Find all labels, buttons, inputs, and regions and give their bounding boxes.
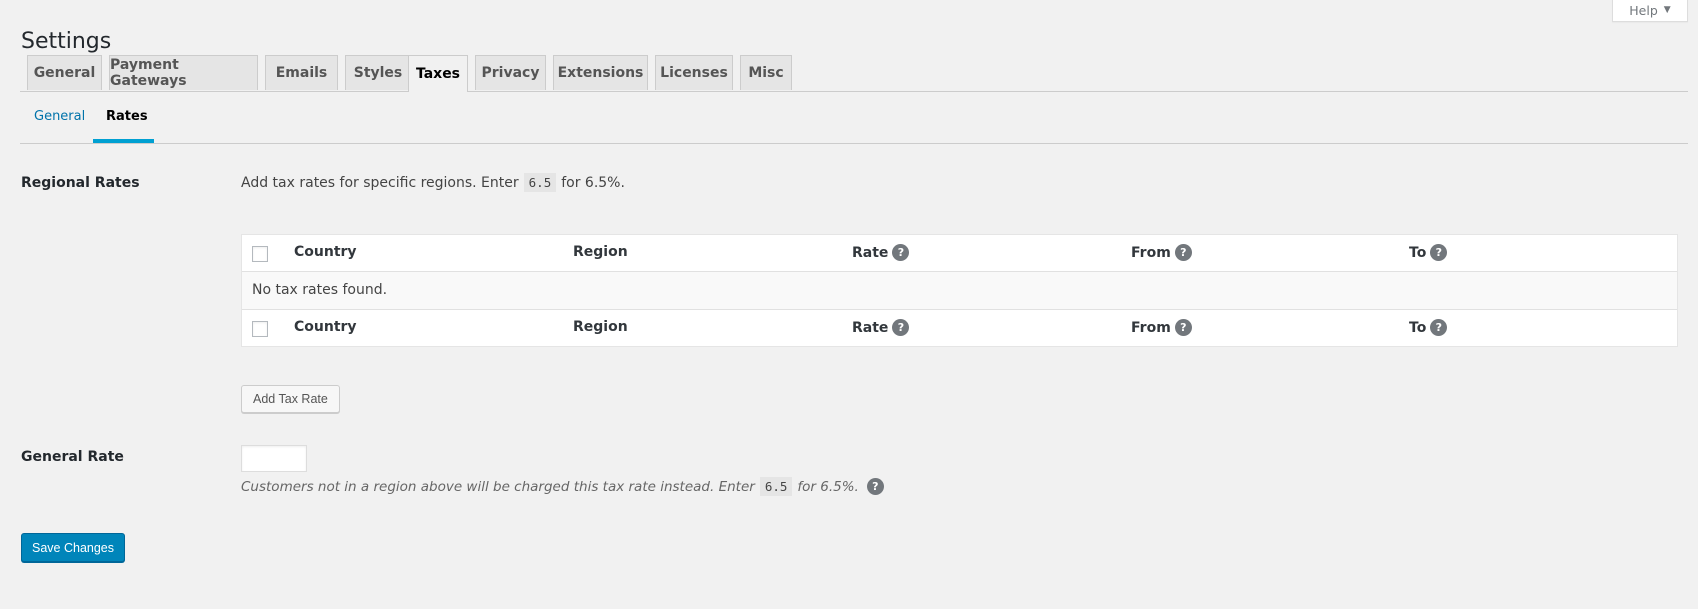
general-rate-input[interactable] [241, 445, 307, 472]
subtab-rates[interactable]: Rates [106, 109, 148, 124]
tab-extensions[interactable]: Extensions [553, 55, 648, 90]
help-label: Help [1629, 2, 1658, 18]
question-circle-icon[interactable]: ? [892, 244, 910, 261]
add-tax-rate-button[interactable]: Add Tax Rate [241, 385, 340, 413]
description-text-end: for 6.5%. [561, 174, 625, 191]
tab-taxes[interactable]: Taxes [408, 55, 468, 92]
tab-misc[interactable]: Misc [740, 55, 792, 90]
column-footer-rate: Rate? [852, 319, 910, 336]
empty-row: No tax rates found. [242, 272, 1677, 310]
page-title: Settings [21, 28, 112, 54]
general-rate-label: General Rate [21, 449, 124, 465]
table-footer-row: Country Region Rate? From? To? [242, 310, 1677, 346]
column-header-region: Region [573, 244, 628, 260]
active-subtab-indicator [93, 139, 154, 143]
tab-emails[interactable]: Emails [265, 55, 338, 90]
question-circle-icon[interactable]: ? [1430, 319, 1448, 336]
select-all-checkbox[interactable] [252, 246, 268, 262]
description-text: Customers not in a region above will be … [241, 478, 755, 495]
column-footer-country: Country [294, 319, 357, 335]
tab-general[interactable]: General [27, 55, 102, 90]
taxes-subnav: General Rates [20, 91, 1688, 144]
tab-privacy[interactable]: Privacy [475, 55, 546, 90]
column-footer-from: From? [1131, 319, 1192, 336]
empty-message: No tax rates found. [252, 282, 388, 298]
tab-licenses[interactable]: Licenses [655, 55, 733, 90]
caret-down-icon: ▼ [1663, 5, 1671, 15]
question-circle-icon[interactable]: ? [866, 478, 884, 495]
question-circle-icon[interactable]: ? [1430, 244, 1448, 261]
question-circle-icon[interactable]: ? [892, 319, 910, 336]
example-code: 6.5 [523, 173, 557, 192]
subtab-general[interactable]: General [34, 109, 85, 124]
help-button[interactable]: Help ▼ [1612, 0, 1688, 22]
column-footer-to: To? [1409, 319, 1448, 336]
select-all-checkbox-footer[interactable] [252, 321, 268, 337]
column-footer-region: Region [573, 319, 628, 335]
column-header-rate: Rate? [852, 244, 910, 261]
question-circle-icon[interactable]: ? [1174, 244, 1192, 261]
save-changes-button[interactable]: Save Changes [21, 533, 126, 562]
example-code: 6.5 [759, 477, 793, 496]
column-header-country: Country [294, 244, 357, 260]
table-header-row: Country Region Rate? From? To? [242, 235, 1677, 272]
settings-tabs: General Payment Gateways Emails Styles T… [20, 55, 1688, 92]
regional-rates-label: Regional Rates [21, 175, 140, 191]
tab-payment-gateways[interactable]: Payment Gateways [109, 55, 258, 90]
tax-rates-table: Country Region Rate? From? To? No tax ra… [241, 234, 1678, 347]
column-header-from: From? [1131, 244, 1192, 261]
regional-rates-description: Add tax rates for specific regions. Ente… [241, 173, 625, 192]
description-text-end: for 6.5%. [797, 478, 859, 495]
question-circle-icon[interactable]: ? [1174, 319, 1192, 336]
column-header-to: To? [1409, 244, 1448, 261]
general-rate-description: Customers not in a region above will be … [241, 477, 884, 496]
description-text: Add tax rates for specific regions. Ente… [241, 174, 519, 191]
tab-styles[interactable]: Styles [345, 55, 411, 90]
